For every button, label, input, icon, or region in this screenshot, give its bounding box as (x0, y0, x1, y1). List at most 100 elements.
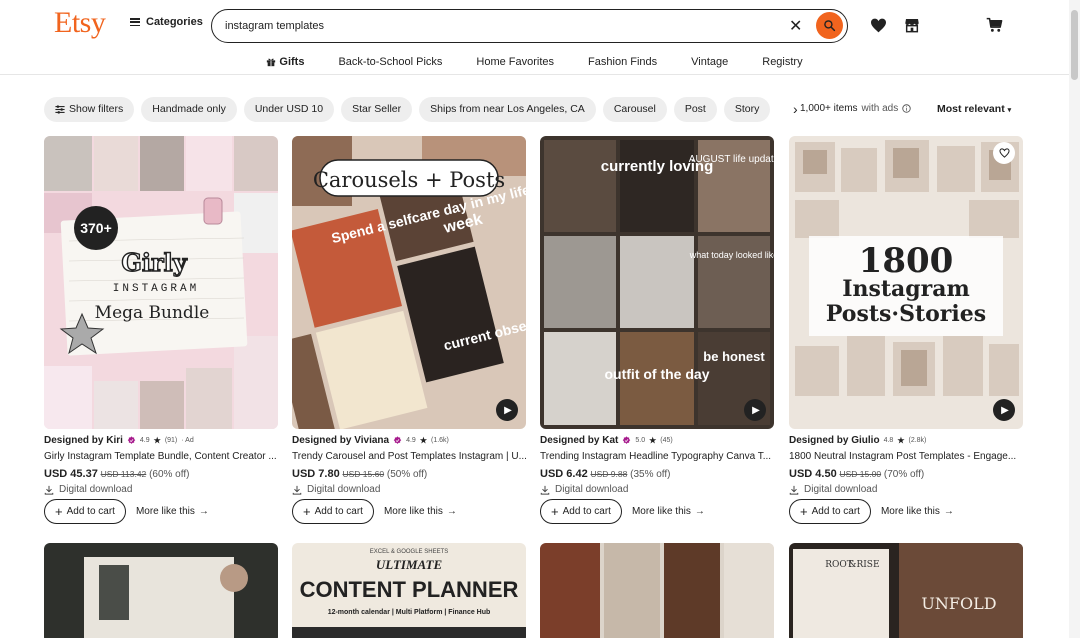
info-icon[interactable] (902, 104, 911, 113)
favorite-button[interactable] (993, 142, 1015, 164)
listing-image[interactable]: Spend a selfcare day in my life current … (292, 136, 526, 429)
account-avatar[interactable] (928, 2, 973, 57)
cart-button[interactable] (984, 15, 1004, 35)
listing-title[interactable]: Trendy Carousel and Post Templates Insta… (292, 451, 530, 462)
add-to-cart-button[interactable]: + Add to cart (789, 499, 871, 524)
digital-download-label: Digital download (44, 484, 284, 495)
nav-item-vintage[interactable]: Vintage (691, 50, 728, 74)
filter-chip-under-10[interactable]: Under USD 10 (243, 96, 335, 122)
seller-line: Designed by Kiri 4.9 ★ (91) · Ad (44, 435, 194, 446)
search-input[interactable] (225, 18, 765, 34)
shop-manager-button[interactable] (902, 15, 922, 35)
star-seller-icon (393, 436, 402, 444)
filter-chip-carousel[interactable]: Carousel (602, 96, 667, 122)
filter-chip-ships-from[interactable]: Ships from near Los Angeles, CA (419, 96, 596, 122)
listing-image[interactable]: currently loving AUGUST life update what… (540, 136, 774, 429)
original-price: USD 15.00 (839, 469, 882, 479)
heart-icon (870, 18, 886, 32)
listing-title[interactable]: Girly Instagram Template Bundle, Content… (44, 451, 282, 462)
listing-image[interactable] (44, 543, 278, 638)
seller-line: Designed by Kat 5.0 ★ (45) (540, 435, 673, 446)
sale-price: USD 4.50 (789, 468, 837, 480)
gift-icon (267, 58, 276, 67)
nav-item-back-to-school[interactable]: Back-to-School Picks (338, 50, 442, 74)
sort-dropdown[interactable]: Most relevant ▾ (937, 103, 1011, 115)
listing-title[interactable]: Trending Instagram Headline Typography C… (540, 451, 778, 462)
add-to-cart-button[interactable]: + Add to cart (292, 499, 374, 524)
clear-icon[interactable]: ✕ (789, 16, 802, 36)
scrollbar-thumb[interactable] (1071, 10, 1078, 80)
more-like-this-link[interactable]: More like this → (632, 506, 705, 517)
add-to-cart-button[interactable]: + Add to cart (540, 499, 622, 524)
play-video-button[interactable]: ▶ (496, 399, 518, 421)
categories-button[interactable]: Categories (130, 16, 203, 28)
filter-chip-star-seller[interactable]: Star Seller (341, 96, 413, 122)
bundle-count-badge: 370+ (80, 220, 112, 236)
more-like-this-link[interactable]: More like this → (881, 506, 954, 517)
nav-item-gifts[interactable]: Gifts (266, 50, 304, 74)
listing-details: Designed by Giulio 4.8 ★ (2.8k) 1800 Neu… (789, 435, 1029, 524)
download-icon (789, 485, 799, 495)
show-filters-button[interactable]: Show filters (44, 96, 135, 122)
listing-image[interactable]: 370+ Girly INSTAGRAM Mega Bundle (44, 136, 278, 429)
more-like-this-link[interactable]: More like this → (136, 506, 209, 517)
storefront-icon (905, 19, 919, 33)
download-icon (540, 485, 550, 495)
categories-label: Categories (146, 16, 203, 28)
arrow-right-icon: → (446, 506, 457, 517)
svg-text:ULTIMATE: ULTIMATE (376, 557, 443, 572)
page-scrollbar[interactable] (1069, 0, 1080, 638)
original-price: USD 15.60 (342, 469, 385, 479)
nav-item-fashion-finds[interactable]: Fashion Finds (588, 50, 657, 74)
arrow-right-icon: → (943, 506, 954, 517)
seller-line: Designed by Giulio 4.8 ★ (2.8k) (789, 435, 927, 446)
secondary-nav: Gifts Back-to-School Picks Home Favorite… (0, 50, 1069, 74)
svg-text:CONTENT PLANNER: CONTENT PLANNER (300, 577, 519, 602)
discount: (50% off) (386, 469, 428, 480)
play-video-button[interactable]: ▶ (744, 399, 766, 421)
heart-outline-icon (998, 148, 1010, 158)
price-line: USD 45.37 USD 113.42 (60% off) (44, 468, 284, 480)
digital-download-label: Digital download (789, 484, 1029, 495)
listing-image[interactable]: ROOT &RISE UNFOLD (789, 543, 1023, 638)
divider (0, 74, 1069, 75)
more-like-this-link[interactable]: More like this → (384, 506, 457, 517)
listing-actions: + Add to cart More like this → (540, 499, 780, 524)
svg-text:Mega Bundle: Mega Bundle (95, 303, 210, 323)
listing-details: Designed by Viviana 4.9 ★ (1.6k) Trendy … (292, 435, 532, 524)
etsy-logo[interactable]: Etsy (54, 6, 106, 40)
results-count: 1,000+ items with ads (800, 103, 911, 114)
svg-text:INSTAGRAM: INSTAGRAM (113, 283, 199, 295)
add-to-cart-button[interactable]: + Add to cart (44, 499, 126, 524)
search-bar: ✕ (211, 9, 848, 43)
listing-image[interactable]: 1800 Instagram Posts·Stories ▶ (789, 136, 1023, 429)
svg-text:12-month calendar | Multi Plat: 12-month calendar | Multi Platform | Fin… (328, 609, 491, 616)
star-icon: ★ (419, 436, 427, 445)
plus-icon: + (800, 504, 808, 519)
svg-text:what today looked like: what today looked like (689, 250, 774, 260)
listing-image[interactable]: EXCEL & GOOGLE SHEETS ULTIMATE CONTENT P… (292, 543, 526, 638)
svg-text:Instagram: Instagram (842, 276, 970, 302)
listing-actions: + Add to cart More like this → (789, 499, 1029, 524)
arrow-right-icon: → (694, 506, 705, 517)
filter-chip-post[interactable]: Post (673, 96, 717, 122)
favorites-button[interactable] (868, 15, 888, 35)
svg-text:AUGUST life update: AUGUST life update (689, 154, 774, 165)
digital-download-label: Digital download (292, 484, 532, 495)
play-video-button[interactable]: ▶ (993, 399, 1015, 421)
nav-item-registry[interactable]: Registry (762, 50, 802, 74)
price-line: USD 6.42 USD 9.88 (35% off) (540, 468, 780, 480)
listing-image[interactable] (540, 543, 774, 638)
svg-text:&RISE: &RISE (848, 560, 879, 570)
svg-text:Girly: Girly (121, 248, 187, 277)
discount: (60% off) (149, 469, 190, 480)
filter-chip-handmade[interactable]: Handmade only (141, 96, 237, 122)
listing-details: Designed by Kat 5.0 ★ (45) Trending Inst… (540, 435, 780, 524)
nav-item-home-favorites[interactable]: Home Favorites (476, 50, 554, 74)
filter-chip-story[interactable]: Story (723, 96, 771, 122)
sale-price: USD 45.37 (44, 468, 98, 480)
filter-bar: Show filters Handmade only Under USD 10 … (44, 96, 805, 122)
listing-title[interactable]: 1800 Neutral Instagram Post Templates - … (789, 451, 1027, 462)
search-button[interactable] (816, 12, 843, 39)
star-seller-icon (623, 436, 631, 444)
